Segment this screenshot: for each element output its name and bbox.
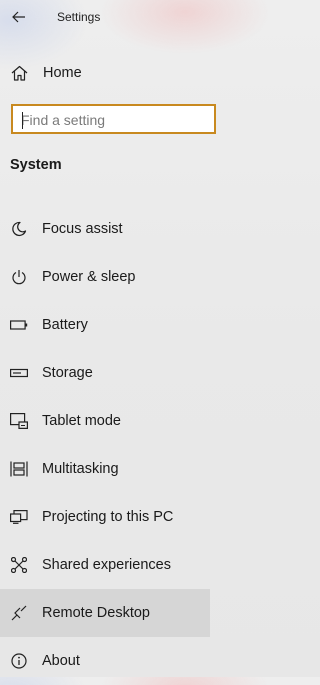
nav-item-remote-desktop[interactable]: Remote Desktop xyxy=(0,589,210,637)
nav-item-focus-assist[interactable]: Focus assist xyxy=(0,205,210,253)
nav-item-label: Power & sleep xyxy=(42,269,136,285)
home-icon xyxy=(10,64,28,82)
nav-item-label: About xyxy=(42,653,80,669)
back-button[interactable] xyxy=(8,6,30,28)
projecting-icon xyxy=(10,508,28,526)
nav-item-about[interactable]: About xyxy=(0,637,210,685)
nav-item-label: Shared experiences xyxy=(42,557,171,573)
moon-icon xyxy=(10,220,28,238)
nav-item-label: Remote Desktop xyxy=(42,605,150,621)
nav-item-multitasking[interactable]: Multitasking xyxy=(0,445,210,493)
nav-item-label: Tablet mode xyxy=(42,413,121,429)
nav-item-projecting[interactable]: Projecting to this PC xyxy=(0,493,210,541)
nav-item-label: Projecting to this PC xyxy=(42,509,174,525)
home-label: Home xyxy=(43,65,82,81)
app-title: Settings xyxy=(57,10,101,24)
nav-item-tablet-mode[interactable]: Tablet mode xyxy=(0,397,210,445)
section-heading: System xyxy=(10,157,62,173)
storage-icon xyxy=(10,364,28,382)
nav-item-power-sleep[interactable]: Power & sleep xyxy=(0,253,210,301)
nav-item-label: Battery xyxy=(42,317,88,333)
nav-item-shared-experiences[interactable]: Shared experiences xyxy=(0,541,210,589)
info-icon xyxy=(10,652,28,670)
back-arrow-icon xyxy=(12,11,26,23)
power-icon xyxy=(10,268,28,286)
home-nav-item[interactable]: Home xyxy=(0,49,210,97)
search-box[interactable] xyxy=(11,104,216,134)
nav-item-label: Focus assist xyxy=(42,221,123,237)
tablet-mode-icon xyxy=(10,412,28,430)
remote-desktop-icon xyxy=(10,604,28,622)
title-bar: Settings xyxy=(0,0,210,34)
nav-item-label: Multitasking xyxy=(42,461,119,477)
nav-item-label: Storage xyxy=(42,365,93,381)
search-input[interactable] xyxy=(21,111,201,129)
nav-item-battery[interactable]: Battery xyxy=(0,301,210,349)
text-caret xyxy=(22,112,23,129)
shared-experiences-icon xyxy=(10,556,28,574)
nav-item-storage[interactable]: Storage xyxy=(0,349,210,397)
multitasking-icon xyxy=(10,460,28,478)
battery-icon xyxy=(10,316,28,334)
